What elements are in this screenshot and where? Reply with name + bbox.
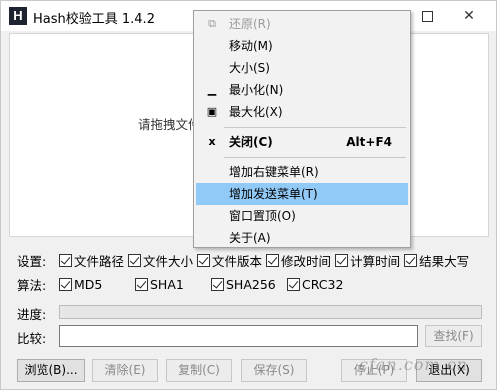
system-context-menu: ⧉ 还原(R) 移动(M) 大小(S) ▁ 最小化(N) ▣ 最大化(X) x …: [193, 10, 411, 248]
algorithms-row: 算法: MD5 SHA1 SHA256 CRC32: [17, 275, 363, 293]
window-title: Hash校验工具 1.4.2: [33, 12, 155, 27]
menu-item-close[interactable]: x 关闭(C) Alt+F4: [196, 131, 408, 153]
menu-item-label: 最小化(N): [229, 83, 284, 97]
close-icon: x: [208, 135, 216, 148]
menu-item-minimize[interactable]: ▁ 最小化(N): [196, 79, 408, 101]
checkbox-icon: [211, 277, 224, 291]
menu-item-label: 关闭(C): [229, 135, 273, 149]
menu-separator: [224, 157, 406, 158]
progress-bar: [59, 305, 482, 319]
setting-calc-time-checkbox[interactable]: 计算时间: [335, 251, 400, 270]
checkbox-label: 文件大小: [143, 253, 194, 269]
maximize-button[interactable]: [407, 1, 447, 31]
settings-label: 设置:: [17, 253, 47, 269]
settings-row: 设置: 文件路径 文件大小 文件版本 修改时间 计算时间 结果大写: [17, 251, 473, 269]
menu-item-label: 最大化(X): [229, 105, 283, 119]
clear-button[interactable]: 清除(E): [92, 359, 158, 382]
drop-hint: 请拖拽文件: [138, 117, 201, 132]
algo-md5-checkbox[interactable]: MD5: [59, 277, 131, 292]
setting-uppercase-checkbox[interactable]: 结果大写: [404, 251, 469, 270]
checkbox-icon: [128, 253, 142, 267]
checkbox-icon: [197, 253, 211, 267]
algo-sha1-checkbox[interactable]: SHA1: [135, 277, 207, 292]
setting-file-size-checkbox[interactable]: 文件大小: [128, 251, 193, 270]
menu-item-shortcut: Alt+F4: [346, 135, 392, 149]
algo-crc32-checkbox[interactable]: CRC32: [287, 277, 359, 292]
checkbox-label: 结果大写: [419, 253, 470, 269]
algo-sha256-checkbox[interactable]: SHA256: [211, 277, 283, 292]
menu-item-add-context-menu[interactable]: 增加右键菜单(R): [196, 161, 408, 183]
maximize-icon: ▣: [206, 105, 218, 118]
checkbox-label: MD5: [74, 276, 103, 292]
checkbox-label: 计算时间: [350, 253, 401, 269]
menu-item-label: 增加右键菜单(R): [229, 165, 319, 179]
algorithms-label: 算法:: [17, 277, 47, 293]
checkbox-icon: [266, 253, 280, 267]
menu-item-label: 窗口置顶(O): [229, 209, 296, 223]
app-logo-icon[interactable]: H: [9, 7, 27, 25]
menu-item-size[interactable]: 大小(S): [196, 57, 408, 79]
checkbox-label: SHA1: [150, 276, 184, 292]
save-button[interactable]: 保存(S): [241, 359, 307, 382]
checkbox-label: CRC32: [302, 276, 344, 292]
watermark: cfan.com.cn: [359, 355, 468, 374]
menu-item-add-send-to-menu[interactable]: 增加发送菜单(T): [196, 183, 408, 205]
checkbox-icon: [135, 277, 148, 291]
setting-modified-time-checkbox[interactable]: 修改时间: [266, 251, 331, 270]
checkbox-label: 修改时间: [281, 253, 332, 269]
minimize-icon: ▁: [207, 83, 217, 96]
checkbox-label: 文件版本: [212, 253, 263, 269]
compare-input[interactable]: [59, 325, 418, 347]
menu-item-label: 还原(R): [229, 17, 271, 31]
menu-item-move[interactable]: 移动(M): [196, 35, 408, 57]
menu-item-label: 大小(S): [229, 61, 270, 75]
menu-item-about[interactable]: 关于(A): [196, 227, 408, 249]
menu-item-label: 关于(A): [229, 231, 271, 245]
close-icon: ✕: [463, 8, 475, 24]
menu-item-maximize[interactable]: ▣ 最大化(X): [196, 101, 408, 123]
find-button[interactable]: 查找(F): [425, 325, 482, 347]
menu-item-restore[interactable]: ⧉ 还原(R): [196, 13, 408, 35]
checkbox-label: 文件路径: [74, 253, 125, 269]
checkbox-label: SHA256: [226, 276, 276, 292]
menu-item-label: 移动(M): [229, 39, 273, 53]
menu-item-label: 增加发送菜单(T): [229, 187, 318, 201]
menu-item-always-on-top[interactable]: 窗口置顶(O): [196, 205, 408, 227]
checkbox-icon: [59, 277, 72, 291]
checkbox-icon: [287, 277, 300, 291]
copy-button[interactable]: 复制(C): [166, 359, 232, 382]
restore-icon: ⧉: [208, 17, 216, 30]
checkbox-icon: [404, 253, 418, 267]
progress-label: 进度:: [17, 307, 47, 322]
maximize-icon: [421, 10, 433, 22]
setting-file-version-checkbox[interactable]: 文件版本: [197, 251, 262, 270]
menu-separator: [224, 127, 406, 128]
compare-label: 比较:: [17, 331, 47, 346]
setting-file-path-checkbox[interactable]: 文件路径: [59, 251, 124, 270]
close-button[interactable]: ✕: [449, 1, 489, 31]
checkbox-icon: [59, 253, 72, 267]
browse-button[interactable]: 浏览(B)...: [17, 359, 85, 382]
checkbox-icon: [335, 253, 349, 267]
